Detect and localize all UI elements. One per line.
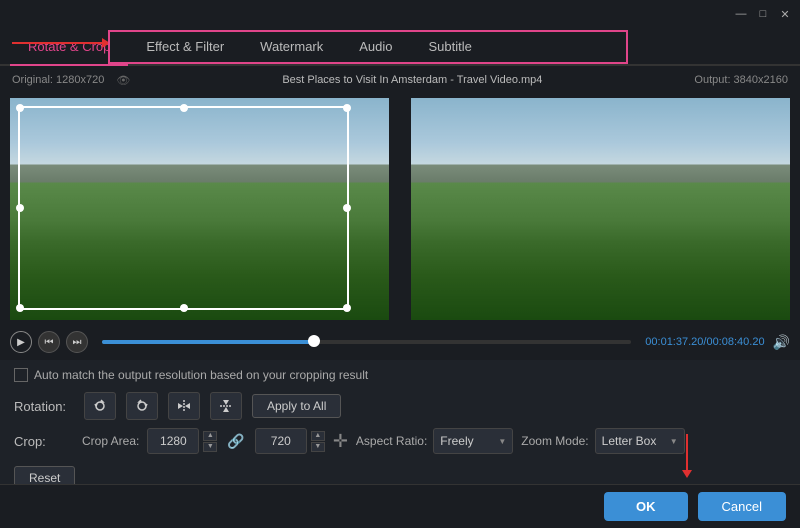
progress-thumb[interactable] — [308, 335, 320, 347]
crop-handle-tm[interactable] — [180, 104, 188, 112]
ok-arrow — [682, 434, 692, 478]
arrow-head — [102, 38, 110, 48]
close-button[interactable]: ✕ — [778, 7, 792, 21]
crop-row: Crop: Crop Area: ▲ ▼ 🔗 ▲ ▼ ✛ Aspect Rati… — [14, 428, 786, 454]
timecode: 00:01:37.20/00:08:40.20 — [645, 336, 764, 348]
crop-handle-bm[interactable] — [180, 304, 188, 312]
ok-arrow-head — [682, 470, 692, 478]
step-back-button[interactable]: ⏮ — [38, 331, 60, 353]
apply-all-button[interactable]: Apply to All — [252, 394, 341, 418]
crop-height-group: ▲ ▼ — [255, 428, 325, 454]
output-video-bg — [411, 98, 790, 320]
crop-handle-br[interactable] — [343, 304, 351, 312]
crop-handle-bl[interactable] — [16, 304, 24, 312]
tab-effect-filter[interactable]: Effect & Filter — [128, 28, 242, 66]
timeline-bar: ▶ ⏮ ⏭ 00:01:37.20/00:08:40.20 🔊 — [0, 324, 800, 360]
minimize-button[interactable]: — — [734, 7, 748, 21]
flip-vertical-button[interactable] — [210, 392, 242, 420]
crop-width-up[interactable]: ▲ — [203, 431, 217, 441]
tab-bar: Rotate & Crop Effect & Filter Watermark … — [0, 28, 800, 66]
auto-match-row: Auto match the output resolution based o… — [14, 368, 786, 382]
volume-icon[interactable]: 🔊 — [773, 334, 790, 351]
zoom-mode-group: Zoom Mode: Letter Box ▼ — [521, 428, 684, 454]
ok-button[interactable]: OK — [604, 492, 688, 521]
crop-height-spin: ▲ ▼ — [311, 431, 325, 452]
crop-handle-mr[interactable] — [343, 204, 351, 212]
aspect-ratio-arrow: ▼ — [498, 437, 506, 446]
tab-audio[interactable]: Audio — [341, 28, 410, 66]
preview-divider — [397, 98, 403, 320]
progress-track[interactable] — [102, 340, 631, 344]
arrow-indicator — [12, 38, 110, 48]
aspect-ratio-group: Aspect Ratio: Freely ▼ — [356, 428, 513, 454]
crop-handle-tr[interactable] — [343, 104, 351, 112]
rotate-right-button[interactable] — [126, 392, 158, 420]
crop-label: Crop: — [14, 434, 74, 449]
crop-width-spin: ▲ ▼ — [203, 431, 217, 452]
ok-arrow-line — [686, 434, 688, 470]
crop-handle-tl[interactable] — [16, 104, 24, 112]
controls-panel: Auto match the output resolution based o… — [0, 360, 800, 498]
tab-subtitle[interactable]: Subtitle — [411, 28, 490, 66]
zoom-mode-arrow: ▼ — [670, 437, 678, 446]
auto-match-checkbox[interactable] — [14, 368, 28, 382]
crop-width-group: ▲ ▼ — [147, 428, 217, 454]
original-label: Original: 1280x720 — [12, 74, 104, 86]
flip-horizontal-button[interactable] — [168, 392, 200, 420]
progress-fill — [102, 340, 314, 344]
filename: Best Places to Visit In Amsterdam - Trav… — [282, 74, 542, 86]
crop-width-down[interactable]: ▼ — [203, 442, 217, 452]
aspect-ratio-label: Aspect Ratio: — [356, 434, 427, 448]
arrow-line — [12, 42, 102, 44]
maximize-button[interactable]: □ — [756, 7, 770, 21]
rotation-label: Rotation: — [14, 399, 74, 414]
crop-width-input[interactable] — [147, 428, 199, 454]
play-button[interactable]: ▶ — [10, 331, 32, 353]
rotation-row: Rotation: — [14, 392, 786, 420]
title-bar: — □ ✕ — [0, 0, 800, 28]
bottom-bar: OK Cancel — [0, 484, 800, 528]
original-video-pane — [10, 98, 389, 320]
video-previews — [0, 94, 800, 324]
zoom-mode-select[interactable]: Letter Box ▼ — [595, 428, 685, 454]
crop-handle-ml[interactable] — [16, 204, 24, 212]
auto-match-label: Auto match the output resolution based o… — [34, 368, 368, 382]
step-forward-button[interactable]: ⏭ — [66, 331, 88, 353]
crop-overlay[interactable] — [18, 106, 349, 310]
aspect-ratio-select[interactable]: Freely ▼ — [433, 428, 513, 454]
center-crop-icon[interactable]: ✛ — [333, 431, 348, 452]
crop-height-down[interactable]: ▼ — [311, 442, 325, 452]
crop-height-input[interactable] — [255, 428, 307, 454]
crop-area-label: Crop Area: — [82, 434, 139, 448]
tab-watermark[interactable]: Watermark — [242, 28, 341, 66]
output-label: Output: 3840x2160 — [694, 74, 788, 86]
eye-icon[interactable]: 👁 — [116, 74, 130, 87]
cancel-button[interactable]: Cancel — [698, 492, 786, 521]
preview-info-bar: Original: 1280x720 👁 Best Places to Visi… — [0, 66, 800, 94]
rotate-left-button[interactable] — [84, 392, 116, 420]
crop-height-up[interactable]: ▲ — [311, 431, 325, 441]
output-video-pane — [411, 98, 790, 320]
zoom-mode-label: Zoom Mode: — [521, 434, 588, 448]
timeline-controls: ▶ ⏮ ⏭ — [10, 331, 88, 353]
link-icon[interactable]: 🔗 — [225, 431, 246, 452]
